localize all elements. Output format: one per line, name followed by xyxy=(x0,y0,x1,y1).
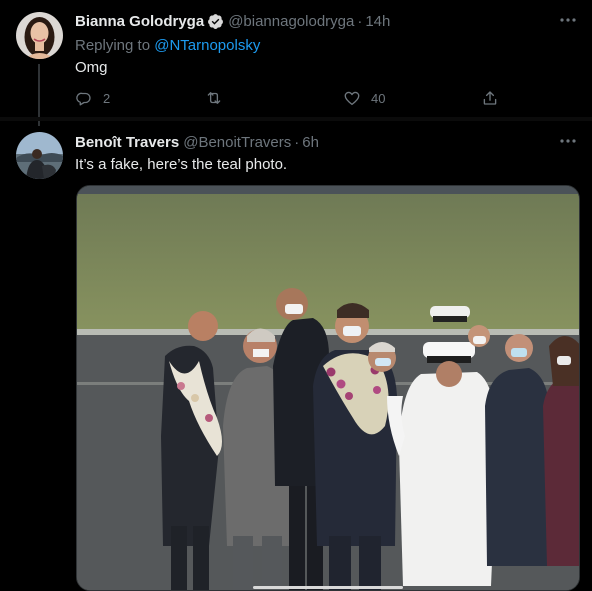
tweet-bianna[interactable]: Bianna Golodryga @biannagolodryga · 14h … xyxy=(0,0,592,126)
tweet-benoit[interactable]: Benoît Travers @BenoitTravers · 6h It’s … xyxy=(0,121,592,591)
like-icon xyxy=(344,91,360,106)
more-icon[interactable] xyxy=(558,133,578,149)
more-icon[interactable] xyxy=(558,12,578,28)
reply-count: 2 xyxy=(103,90,111,106)
tweet-actions: 2 40 xyxy=(75,89,505,109)
share-button[interactable] xyxy=(481,89,499,107)
tweet-header: Benoît Travers @BenoitTravers · 6h xyxy=(75,134,319,151)
timestamp[interactable]: 14h xyxy=(365,13,390,30)
reply-button[interactable]: 2 xyxy=(75,89,110,107)
like-button[interactable]: 40 xyxy=(343,89,385,107)
avatar-bianna[interactable] xyxy=(16,12,63,59)
replying-prefix: Replying to xyxy=(75,37,151,54)
separator: · xyxy=(357,13,363,30)
retweet-button[interactable] xyxy=(205,89,233,107)
retweet-icon xyxy=(207,92,221,104)
display-name[interactable]: Bianna Golodryga xyxy=(75,13,204,30)
handle[interactable]: @BenoitTravers xyxy=(183,134,291,151)
tweet-header: Bianna Golodryga @biannagolodryga · 14h xyxy=(75,13,390,30)
avatar-benoit[interactable] xyxy=(16,132,63,179)
handle[interactable]: @biannagolodryga xyxy=(228,13,354,30)
separator: · xyxy=(294,134,300,151)
verified-badge-icon xyxy=(207,13,224,30)
display-name[interactable]: Benoît Travers xyxy=(75,134,179,151)
replying-to: Replying to @NTarnopolsky xyxy=(75,37,260,54)
tweet-text: It’s a fake, here’s the teal photo. xyxy=(75,156,288,173)
like-count: 40 xyxy=(371,90,386,106)
reply-icon xyxy=(76,92,91,106)
tweet-photo[interactable] xyxy=(76,185,580,591)
tweet-text: Omg xyxy=(75,59,108,76)
share-icon xyxy=(483,91,497,105)
timestamp[interactable]: 6h xyxy=(302,134,319,151)
mention-link[interactable]: @NTarnopolsky xyxy=(154,37,260,54)
